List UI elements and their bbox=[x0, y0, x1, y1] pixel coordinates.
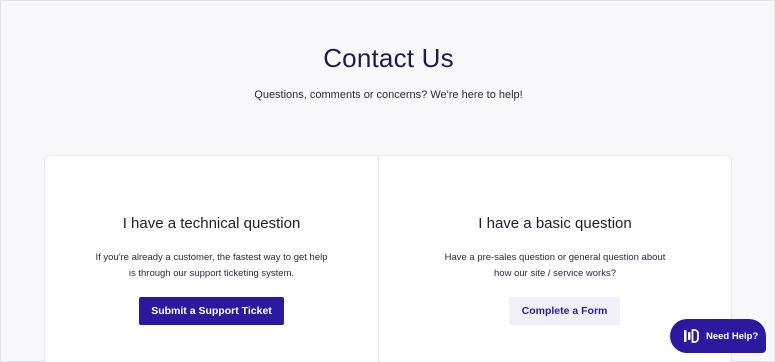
submit-ticket-button[interactable]: Submit a Support Ticket bbox=[139, 297, 284, 325]
contact-options-card: I have a technical question If you're al… bbox=[44, 155, 732, 362]
page-title: Contact Us bbox=[323, 43, 454, 73]
technical-question-text: If you're already a customer, the fastes… bbox=[95, 252, 328, 279]
need-help-label: Need Help? bbox=[706, 330, 759, 342]
complete-form-button[interactable]: Complete a Form bbox=[509, 297, 620, 325]
need-help-button[interactable]: Need Help? bbox=[670, 319, 766, 353]
basic-question-text: Have a pre-sales question or general que… bbox=[444, 252, 666, 279]
contact-page: Contact Us Questions, comments or concer… bbox=[0, 0, 775, 362]
technical-question-title: I have a technical question bbox=[122, 215, 301, 232]
chat-bars-icon bbox=[683, 328, 699, 344]
technical-question-column: I have a technical question If you're al… bbox=[45, 156, 378, 362]
basic-question-title: I have a basic question bbox=[478, 215, 632, 232]
page-subtitle: Questions, comments or concerns? We're h… bbox=[254, 89, 523, 101]
